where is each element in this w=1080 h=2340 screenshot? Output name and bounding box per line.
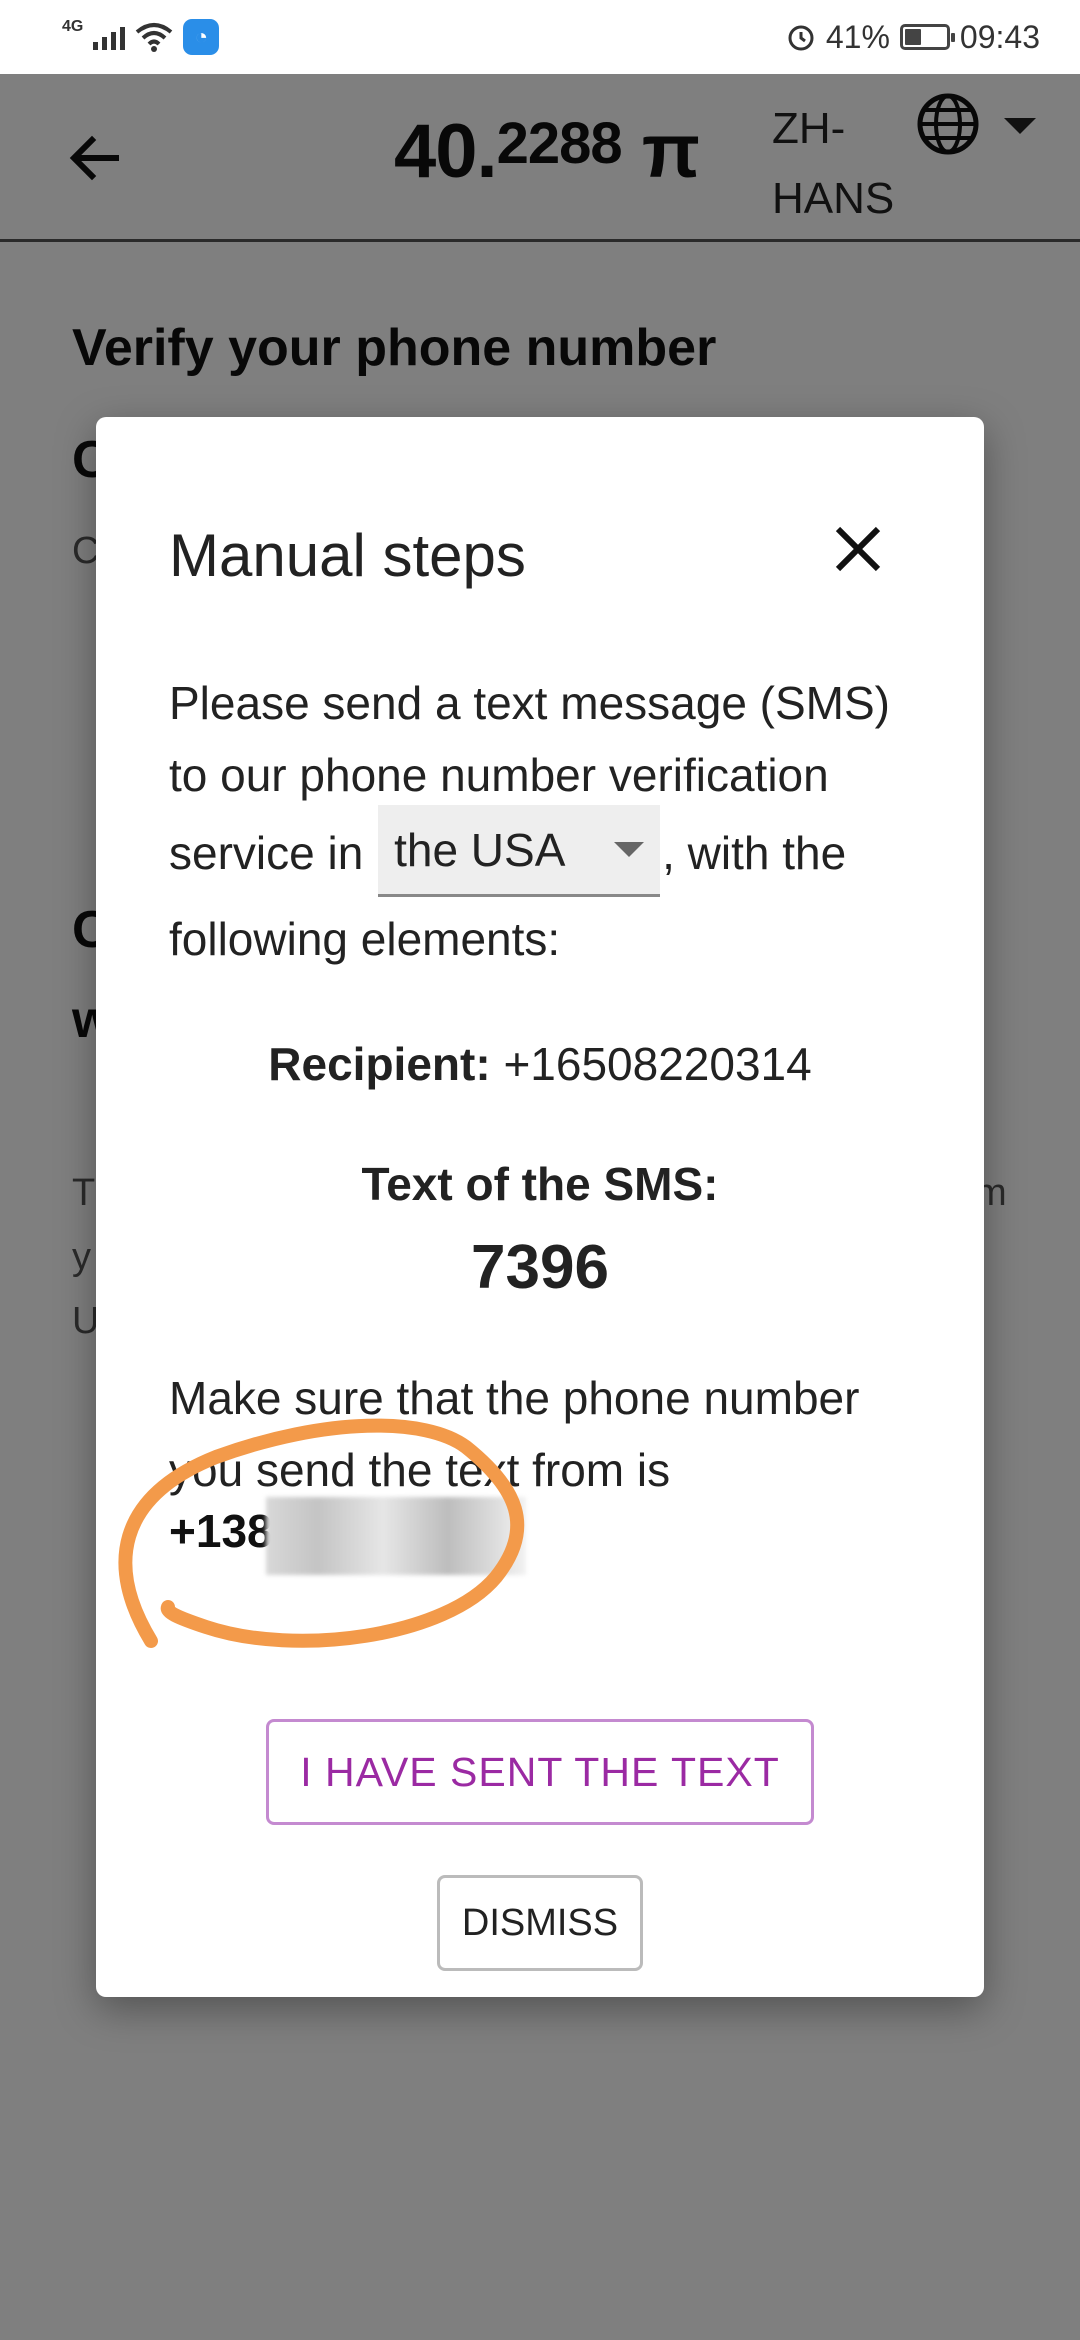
dismiss-button[interactable]: DISMISS	[437, 1875, 643, 1971]
country-select[interactable]: the USA	[378, 805, 661, 897]
battery-percent: 41%	[825, 18, 890, 55]
signal-icon	[93, 24, 126, 50]
sms-label: Text of the SMS:	[361, 1158, 719, 1210]
wifi-icon	[136, 23, 173, 52]
sms-code: 7396	[471, 1233, 609, 1302]
manual-steps-dialog: Manual steps Please send a text message …	[96, 417, 984, 1997]
clock: 09:43	[959, 18, 1040, 55]
recipient-number: +16508220314	[503, 1038, 812, 1090]
country-value: the USA	[394, 823, 566, 876]
recipient-line: Recipient: +16508220314	[96, 1037, 984, 1091]
network-type: 4G	[62, 18, 84, 35]
alarm-icon	[788, 25, 814, 51]
battery-icon	[899, 24, 955, 50]
status-bar: 4G ◔ 41% 09:43	[0, 0, 1080, 74]
sent-text-button[interactable]: I HAVE SENT THE TEXT	[266, 1719, 814, 1825]
close-icon[interactable]	[826, 517, 890, 581]
sender-instruction: Make sure that the phone number you send…	[169, 1372, 860, 1496]
dialog-title: Manual steps	[169, 522, 526, 589]
status-left: 4G ◔	[62, 18, 220, 55]
redacted-phone-mask	[266, 1497, 526, 1575]
recipient-label: Recipient:	[268, 1038, 491, 1090]
app-notification-icon: ◔	[183, 19, 220, 55]
dialog-instructions: Please send a text message (SMS) to our …	[169, 667, 929, 975]
status-right: 41% 09:43	[786, 19, 1040, 56]
chevron-down-icon	[614, 842, 645, 857]
